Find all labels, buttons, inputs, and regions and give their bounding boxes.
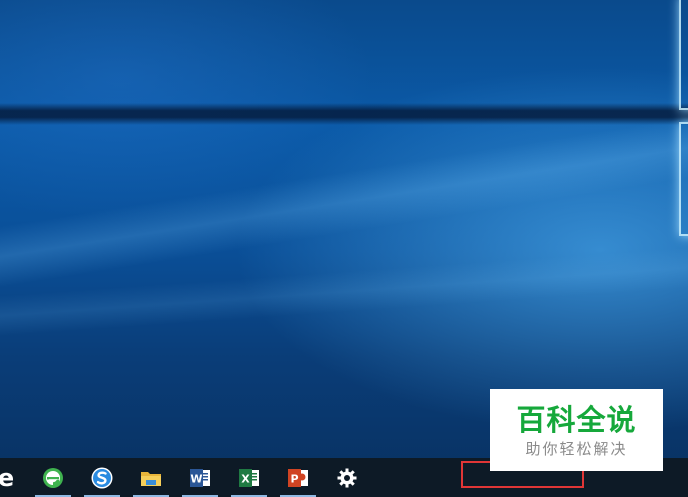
svg-text:W: W: [190, 472, 202, 485]
taskbar-powerpoint-button[interactable]: P: [276, 458, 320, 497]
taskbar-sogou-button[interactable]: [80, 458, 124, 497]
taskbar-settings-button[interactable]: [325, 458, 369, 497]
taskbar-word-button[interactable]: W: [178, 458, 222, 497]
wallpaper-window-pane: [679, 122, 688, 236]
wallpaper-window-sash: [0, 103, 688, 125]
settings-gear-icon: [336, 467, 358, 489]
watermark-subtitle: 助你轻松解决: [525, 440, 628, 458]
svg-text:X: X: [241, 472, 250, 485]
watermark-logo: 百科全说 助你轻松解决: [490, 389, 663, 471]
sogou-s-icon: [91, 467, 113, 489]
taskbar-browser-button[interactable]: [31, 458, 75, 497]
taskbar-ie-button[interactable]: e: [0, 458, 28, 497]
taskbar-file-explorer-button[interactable]: [129, 458, 173, 497]
browser-e-icon: [42, 467, 64, 489]
powerpoint-icon: P: [287, 467, 309, 489]
wallpaper-window-pane: [679, 0, 688, 110]
svg-text:P: P: [290, 472, 298, 485]
excel-icon: X: [238, 467, 260, 489]
desktop: e W X P 百科全说 助你轻松解决: [0, 0, 688, 497]
ie-icon: e: [0, 463, 15, 492]
file-explorer-icon: [140, 467, 162, 489]
taskbar-excel-button[interactable]: X: [227, 458, 271, 497]
word-icon: W: [189, 467, 211, 489]
watermark-title: 百科全说: [516, 403, 637, 437]
